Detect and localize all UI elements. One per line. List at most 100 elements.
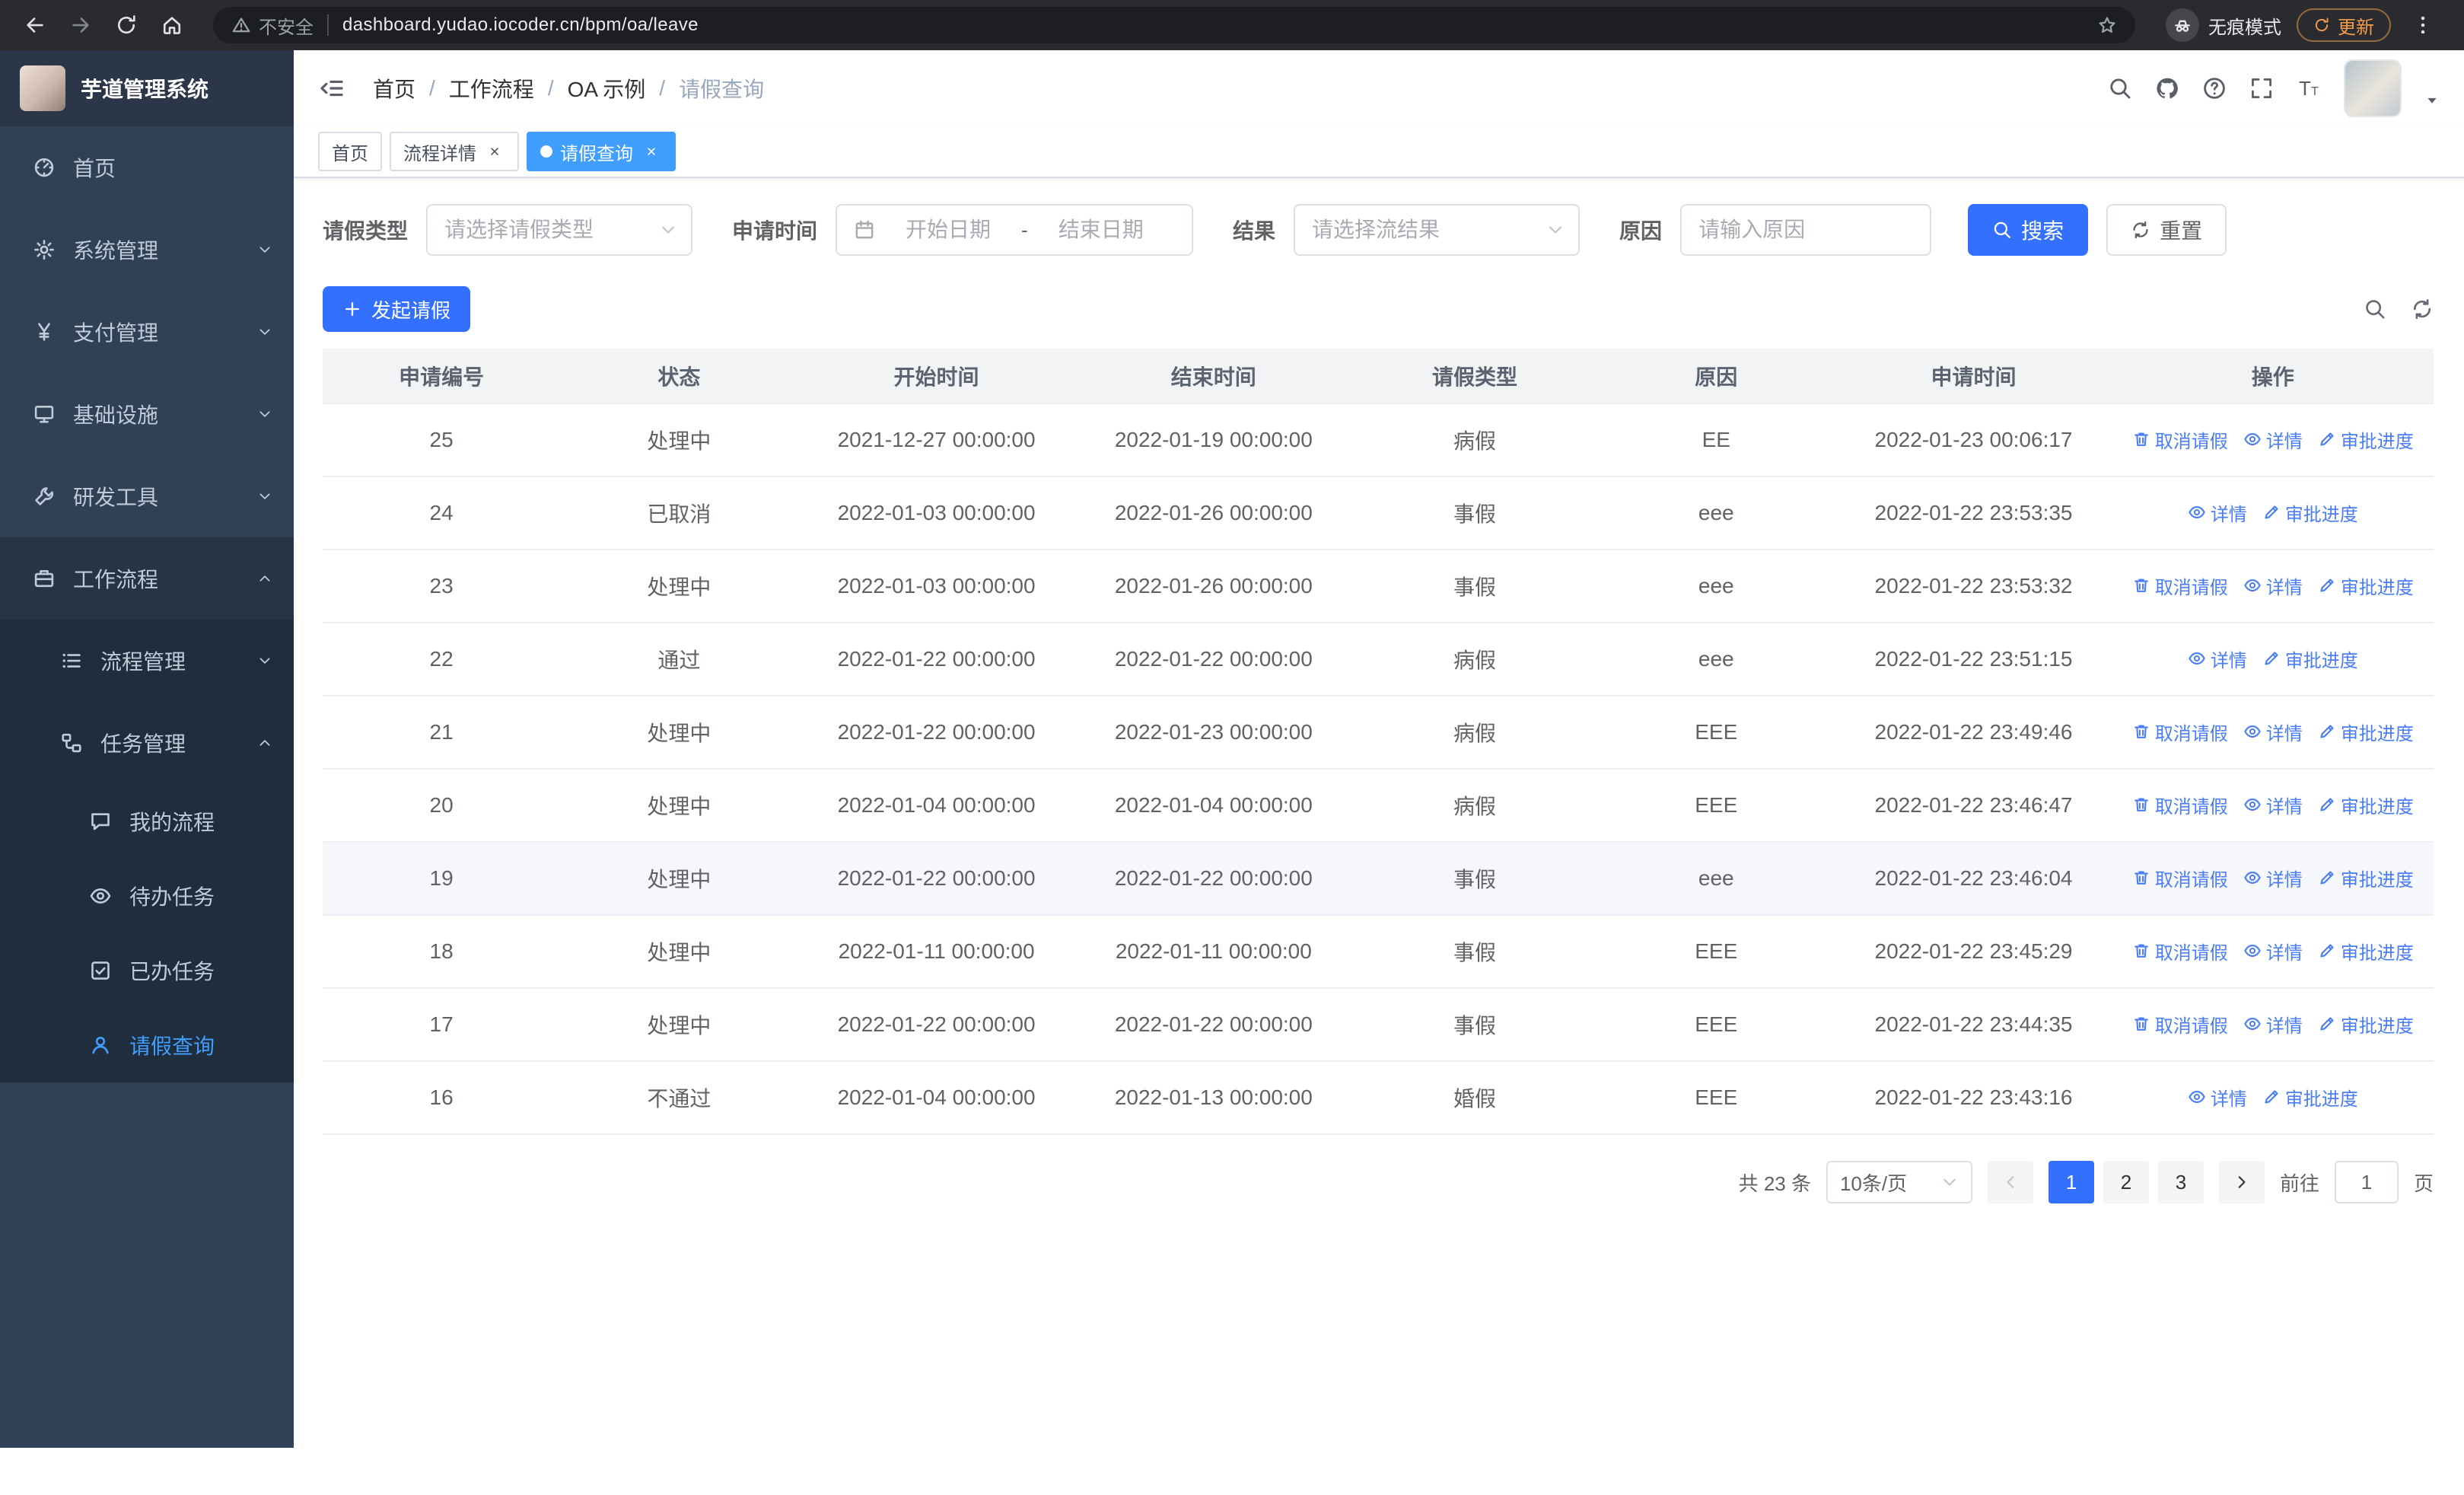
reason-input[interactable] — [1698, 218, 1914, 242]
detail-link[interactable]: 详情 — [2243, 865, 2303, 891]
progress-link[interactable]: 审批进度 — [2318, 1011, 2414, 1038]
detail-link[interactable]: 详情 — [2243, 426, 2303, 453]
progress-link[interactable]: 审批进度 — [2318, 719, 2414, 745]
cancel-link[interactable]: 取消请假 — [2132, 865, 2228, 891]
font-size-icon[interactable]: TT — [2297, 76, 2321, 100]
cancel-link[interactable]: 取消请假 — [2132, 426, 2228, 453]
goto-page-input[interactable] — [2334, 1161, 2399, 1203]
detail-link[interactable]: 详情 — [2243, 938, 2303, 964]
tag-home[interactable]: 首页 — [318, 132, 382, 171]
sidebar-item[interactable]: 基础设施 — [0, 373, 294, 455]
progress-link[interactable]: 审批进度 — [2262, 645, 2358, 672]
sidebar-item[interactable]: 流程管理 — [0, 620, 294, 702]
reason-field[interactable] — [1680, 204, 1932, 256]
fullscreen-icon[interactable] — [2249, 76, 2274, 100]
cancel-link[interactable]: 取消请假 — [2132, 1011, 2228, 1038]
create-leave-button[interactable]: 发起请假 — [323, 286, 471, 332]
cancel-link[interactable]: 取消请假 — [2132, 792, 2228, 818]
detail-link[interactable]: 详情 — [2188, 499, 2247, 526]
browser-reload-icon[interactable] — [107, 5, 146, 45]
toggle-search-icon[interactable] — [2364, 298, 2386, 320]
chevron-down-icon[interactable] — [2424, 93, 2440, 108]
progress-link[interactable]: 审批进度 — [2318, 572, 2414, 599]
detail-link[interactable]: 详情 — [2188, 1084, 2247, 1111]
sidebar-item[interactable]: 请假查询 — [0, 1008, 294, 1082]
page-button[interactable]: 2 — [2103, 1161, 2149, 1203]
sidebar-item[interactable]: 我的流程 — [0, 784, 294, 859]
detail-link[interactable]: 详情 — [2243, 572, 2303, 599]
sidebar-item[interactable]: 支付管理 — [0, 291, 294, 373]
sidebar-item[interactable]: 研发工具 — [0, 455, 294, 537]
cell-reason: eee — [1597, 477, 1835, 550]
page-button[interactable]: 1 — [2048, 1161, 2094, 1203]
app-logo[interactable]: 芋道管理系统 — [0, 50, 294, 126]
avatar[interactable] — [2344, 59, 2402, 117]
help-icon[interactable] — [2202, 76, 2227, 100]
browser-back-icon[interactable] — [15, 5, 55, 45]
progress-link[interactable]: 审批进度 — [2318, 938, 2414, 964]
page-content: 请假类型 申请时间 - 结果 — [294, 178, 2464, 1495]
chevron-up-icon — [257, 571, 272, 586]
leave-type-input[interactable] — [444, 218, 649, 242]
cancel-link[interactable]: 取消请假 — [2132, 938, 2228, 964]
start-date-input[interactable] — [884, 218, 1013, 242]
tag-process-detail[interactable]: 流程详情 — [390, 132, 519, 171]
close-icon[interactable] — [484, 141, 505, 162]
page-size-select[interactable]: 10条/页 — [1826, 1161, 1972, 1203]
detail-link[interactable]: 详情 — [2243, 1011, 2303, 1038]
breadcrumb-item[interactable]: 首页 — [373, 73, 415, 104]
next-page-button[interactable] — [2218, 1161, 2265, 1203]
sidebar-item[interactable]: 任务管理 — [0, 702, 294, 784]
progress-link[interactable]: 审批进度 — [2318, 426, 2414, 453]
progress-link[interactable]: 审批进度 — [2262, 1084, 2358, 1111]
end-date-input[interactable] — [1036, 218, 1165, 242]
sidebar-item[interactable]: 待办任务 — [0, 859, 294, 933]
sidebar-item[interactable]: 系统管理 — [0, 209, 294, 291]
result-select[interactable] — [1294, 204, 1581, 256]
refresh-table-icon[interactable] — [2411, 298, 2434, 320]
leave-type-select[interactable] — [426, 204, 693, 256]
security-warning-icon[interactable] — [231, 15, 251, 35]
update-button[interactable]: 更新 — [2297, 8, 2391, 42]
apply-time-label: 申请时间 — [732, 219, 818, 243]
sidebar-item[interactable]: 首页 — [0, 126, 294, 209]
security-warning-label[interactable]: 不安全 — [259, 12, 314, 39]
close-icon[interactable] — [641, 141, 662, 162]
cell-reason: eee — [1597, 623, 1835, 696]
reset-button[interactable]: 重置 — [2106, 204, 2227, 256]
tag-leave-query[interactable]: 请假查询 — [527, 132, 676, 171]
breadcrumb-item[interactable]: OA 示例 — [568, 73, 646, 104]
cell-applied: 2022-01-22 23:45:29 — [1835, 915, 2112, 989]
cell-start: 2022-01-22 00:00:00 — [797, 842, 1075, 916]
sidebar-item[interactable]: 工作流程 — [0, 537, 294, 620]
page-button[interactable]: 3 — [2157, 1161, 2204, 1203]
table-row: 20 处理中 2022-01-04 00:00:00 2022-01-04 00:00… — [323, 769, 2434, 843]
progress-link[interactable]: 审批进度 — [2318, 865, 2414, 891]
cancel-link[interactable]: 取消请假 — [2132, 719, 2228, 745]
sidebar-collapse-icon[interactable] — [318, 75, 345, 102]
sidebar-item-label: 请假查询 — [129, 1034, 215, 1058]
progress-link[interactable]: 审批进度 — [2318, 792, 2414, 818]
breadcrumb-item[interactable]: 工作流程 — [449, 73, 534, 104]
browser-menu-icon[interactable] — [2403, 5, 2443, 45]
prev-page-button[interactable] — [1987, 1161, 2033, 1203]
progress-link[interactable]: 审批进度 — [2262, 499, 2358, 526]
github-icon[interactable] — [2155, 76, 2179, 100]
cancel-link[interactable]: 取消请假 — [2132, 572, 2228, 599]
cell-operations: 取消请假 详情 审批进度 — [2112, 842, 2434, 916]
url-text[interactable]: dashboard.yudao.iocoder.cn/bpm/oa/leave — [342, 14, 2097, 36]
search-button[interactable]: 搜索 — [1968, 204, 2089, 256]
detail-link[interactable]: 详情 — [2243, 792, 2303, 818]
detail-link[interactable]: 详情 — [2243, 719, 2303, 745]
search-icon[interactable] — [2108, 76, 2132, 100]
browser-home-icon[interactable] — [152, 5, 192, 45]
result-input[interactable] — [1312, 218, 1536, 242]
apply-time-range[interactable]: - — [836, 204, 1194, 256]
sidebar-item[interactable]: 已办任务 — [0, 933, 294, 1008]
detail-link[interactable]: 详情 — [2188, 645, 2247, 672]
address-bar[interactable]: 不安全 dashboard.yudao.iocoder.cn/bpm/oa/le… — [213, 7, 2135, 43]
bookmark-star-icon[interactable] — [2097, 15, 2117, 35]
browser-forward-icon[interactable] — [61, 5, 100, 45]
cell-reason: EEE — [1597, 915, 1835, 989]
cell-id: 19 — [323, 842, 561, 916]
